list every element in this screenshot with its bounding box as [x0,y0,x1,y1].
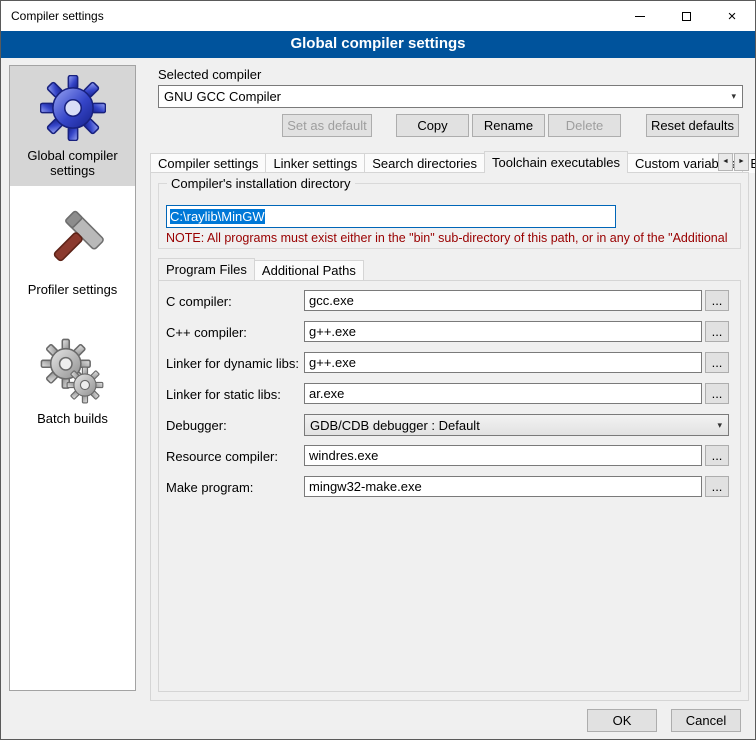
chevron-down-icon: ▾ [717,420,722,431]
installation-directory-value: C:\raylib\MinGW [170,209,265,224]
sidebar-item-profiler-settings[interactable]: Profiler settings [10,200,135,305]
tab-search-directories[interactable]: Search directories [364,153,485,173]
subtab-additional-paths[interactable]: Additional Paths [254,260,364,280]
browse-linker-static-button[interactable]: ... [705,383,729,404]
browse-resource-compiler-button[interactable]: ... [705,445,729,466]
sidebar-item-label: Profiler settings [28,282,118,297]
resource-compiler-input[interactable] [304,445,702,466]
debugger-select[interactable]: GDB/CDB debugger : Default ▾ [304,414,729,436]
tab-scroll-left-button[interactable]: ◄ [718,153,733,171]
subtab-program-files[interactable]: Program Files [158,258,255,280]
sidebar-item-global-compiler-settings[interactable]: Global compiler settings [10,66,135,186]
debugger-select-value: GDB/CDB debugger : Default [310,418,480,433]
linker-static-label: Linker for static libs: [166,387,281,402]
reset-defaults-button[interactable]: Reset defaults [646,114,739,137]
close-icon: × [728,9,737,24]
maximize-button[interactable] [663,1,709,31]
c-compiler-input[interactable] [304,290,702,311]
note-text: NOTE: All programs must exist either in … [166,231,742,245]
tab-toolchain-executables[interactable]: Toolchain executables [484,151,628,173]
resource-compiler-label: Resource compiler: [166,449,278,464]
compiler-select-value: GNU GCC Compiler [164,89,281,104]
installation-directory-input[interactable]: C:\raylib\MinGW [166,205,616,228]
copy-button[interactable]: Copy [396,114,469,137]
make-program-input[interactable] [304,476,702,497]
ok-button[interactable]: OK [587,709,657,732]
close-button[interactable]: × [709,1,755,31]
sidebar-item-label: Batch builds [37,411,108,426]
minimize-button[interactable] [617,1,663,31]
cpp-compiler-label: C++ compiler: [166,325,247,340]
window-controls: × [617,1,755,31]
maximize-icon [682,12,691,21]
selected-compiler-label: Selected compiler [158,67,261,82]
tab-compiler-settings[interactable]: Compiler settings [150,153,266,173]
c-compiler-label: C compiler: [166,294,232,309]
cancel-button[interactable]: Cancel [671,709,741,732]
cpp-compiler-input[interactable] [304,321,702,342]
page-title: Global compiler settings [1,31,755,58]
make-program-label: Make program: [166,480,253,495]
linker-static-input[interactable] [304,383,702,404]
settings-sidebar: Global compiler settings Profiler settin… [9,65,136,691]
browse-c-compiler-button[interactable]: ... [705,290,729,311]
delete-button: Delete [548,114,621,137]
compiler-settings-window: Compiler settings × Global compiler sett… [0,0,756,740]
gray-gears-icon [40,338,106,404]
tab-scroll-right-button[interactable]: ► [734,153,749,171]
tab-linker-settings[interactable]: Linker settings [265,153,365,173]
linker-dynamic-label: Linker for dynamic libs: [166,356,299,371]
profiler-hammer-icon [40,209,106,275]
window-title: Compiler settings [1,9,104,23]
rename-button[interactable]: Rename [472,114,545,137]
titlebar: Compiler settings × [1,1,755,31]
debugger-label: Debugger: [166,418,227,433]
browse-linker-dynamic-button[interactable]: ... [705,352,729,373]
chevron-down-icon: ▾ [731,91,736,102]
set-as-default-button: Set as default [282,114,372,137]
toolchain-subtabstrip: Program Files Additional Paths [158,258,364,280]
browse-cpp-compiler-button[interactable]: ... [705,321,729,342]
browse-make-program-button[interactable]: ... [705,476,729,497]
sidebar-item-batch-builds[interactable]: Batch builds [10,329,135,434]
linker-dynamic-input[interactable] [304,352,702,373]
compiler-select[interactable]: GNU GCC Compiler ▾ [158,85,743,108]
main-tabstrip: Compiler settings Linker settings Search… [150,151,756,173]
blue-gear-icon [40,75,106,141]
sidebar-item-label: Global compiler settings [14,148,131,178]
minimize-icon [635,16,645,17]
installation-directory-groupbox-title: Compiler's installation directory [167,176,355,191]
